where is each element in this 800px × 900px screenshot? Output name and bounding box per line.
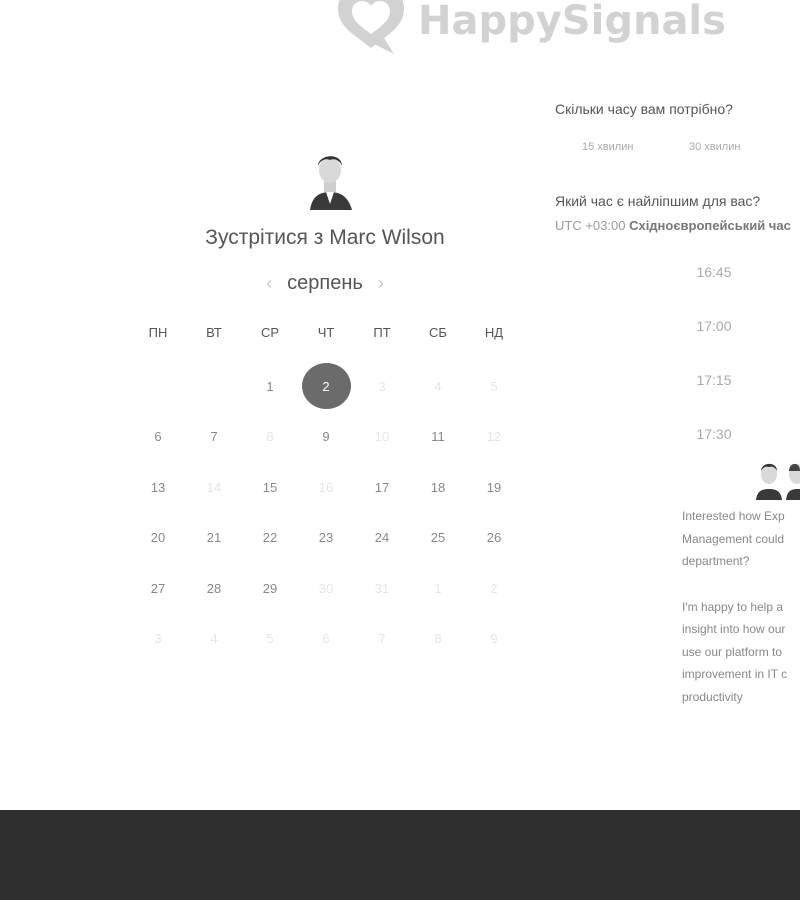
calendar-day[interactable]: 15 [242,462,298,513]
description-line: Management could [682,531,785,546]
calendar-day[interactable]: 24 [354,513,410,564]
calendar-day[interactable]: 23 [298,513,354,564]
calendar-day-unavailable: 4 [434,378,442,394]
calendar-day-unavailable: 10 [374,429,390,445]
meeting-title: Зустрітися з Marc Wilson [205,226,445,249]
calendar: ПН ВТ СР ЧТ ПТ СБ НД 1 2 3 4 5 6 7 8 9 1… [130,318,522,664]
calendar-day[interactable]: 22 [242,513,298,564]
calendar-day-unavailable: 1 [434,580,442,596]
calendar-day-unavailable: 7 [378,631,386,647]
weekday-label: ЧТ [317,325,335,340]
happysignals-logo: HappySignals [336,0,726,56]
timezone-name: Східноєвропейський час [629,218,791,233]
calendar-day[interactable]: 11 [410,412,466,463]
duration-option-30[interactable]: 30 хвилин [689,141,740,153]
calendar-day-unavailable: 8 [266,429,274,445]
calendar-day[interactable]: 20 [130,513,186,564]
calendar-day-unavailable: 16 [318,479,334,495]
calendar-day-unavailable: 5 [490,378,498,394]
chevron-right-icon[interactable]: › [369,273,393,294]
time-slot[interactable]: 17:15 [660,372,768,388]
month-name: серпень [287,271,363,294]
calendar-day-empty [130,361,186,412]
description-line: department? [682,554,750,568]
calendar-day[interactable]: 18 [410,462,466,513]
calendar-day[interactable]: 19 [466,462,522,513]
calendar-day[interactable]: 1 [242,361,298,412]
calendar-day[interactable]: 17 [354,462,410,513]
weekday-label: НД [484,325,504,340]
duration-option-15[interactable]: 15 хвилин [582,141,633,153]
calendar-day[interactable]: 28 [186,563,242,614]
host-description: Interested how Exp Management could depa… [682,505,800,708]
time-slot[interactable]: 16:45 [660,264,768,280]
time-slot[interactable]: 17:00 [660,318,768,334]
team-avatars [754,458,800,505]
calendar-day-unavailable: 31 [374,580,390,596]
calendar-day-unavailable: 3 [154,631,162,647]
calendar-day-selected[interactable]: 2 [298,361,354,412]
description-line: Interested how Exp [682,509,785,523]
calendar-day-unavailable: 30 [318,580,334,596]
calendar-day[interactable]: 26 [466,513,522,564]
timezone-label[interactable]: UTC +03:00 Східноєвропейський час [555,218,791,233]
calendar-day-unavailable: 6 [322,631,330,647]
calendar-day[interactable]: 21 [186,513,242,564]
calendar-day-unavailable: 5 [266,631,274,647]
calendar-day[interactable]: 25 [410,513,466,564]
calendar-day-unavailable: 12 [486,429,502,445]
calendar-day-unavailable: 2 [490,580,498,596]
description-line: use our platform to [682,644,783,659]
page-footer [0,810,800,900]
calendar-day[interactable]: 6 [130,412,186,463]
description-line: I'm happy to help a [682,599,784,614]
chevron-left-icon[interactable]: ‹ [257,273,281,294]
calendar-day[interactable]: 27 [130,563,186,614]
time-question: Який час є найліпшим для вас? [555,193,761,209]
calendar-day-unavailable: 14 [206,479,222,495]
time-slot[interactable]: 17:30 [660,426,768,442]
calendar-day[interactable]: 13 [130,462,186,513]
weekday-label: ВТ [206,325,222,340]
selected-day-label: 2 [301,363,351,410]
timezone-offset: UTC +03:00 [555,218,626,233]
weekday-header: ПН ВТ СР ЧТ ПТ СБ НД [130,318,522,348]
brand-name: HappySignals [418,0,726,44]
calendar-day-unavailable: 3 [378,378,386,394]
weekday-label: СР [260,325,280,340]
heart-speech-bubble-icon [338,0,404,54]
calendar-day-unavailable: 8 [434,631,442,647]
calendar-day-empty [186,361,242,412]
month-navigation: ‹ серпень › [240,268,410,298]
day-grid: 1 2 3 4 5 6 7 8 9 10 11 12 13 14 15 16 1… [130,361,522,664]
description-line: productivity [682,689,743,704]
weekday-label: СБ [429,325,447,340]
weekday-label: ПН [148,325,168,340]
calendar-day-unavailable: 9 [490,631,498,647]
description-line: insight into how our [682,622,786,636]
weekday-label: ПТ [373,325,391,340]
description-line: improvement in IT c [682,667,788,681]
host-avatar [304,148,356,210]
calendar-day[interactable]: 7 [186,412,242,463]
calendar-day-unavailable: 4 [210,631,218,647]
calendar-day[interactable]: 9 [298,412,354,463]
duration-question: Скільки часу вам потрібно? [555,101,733,117]
calendar-day[interactable]: 29 [242,563,298,614]
